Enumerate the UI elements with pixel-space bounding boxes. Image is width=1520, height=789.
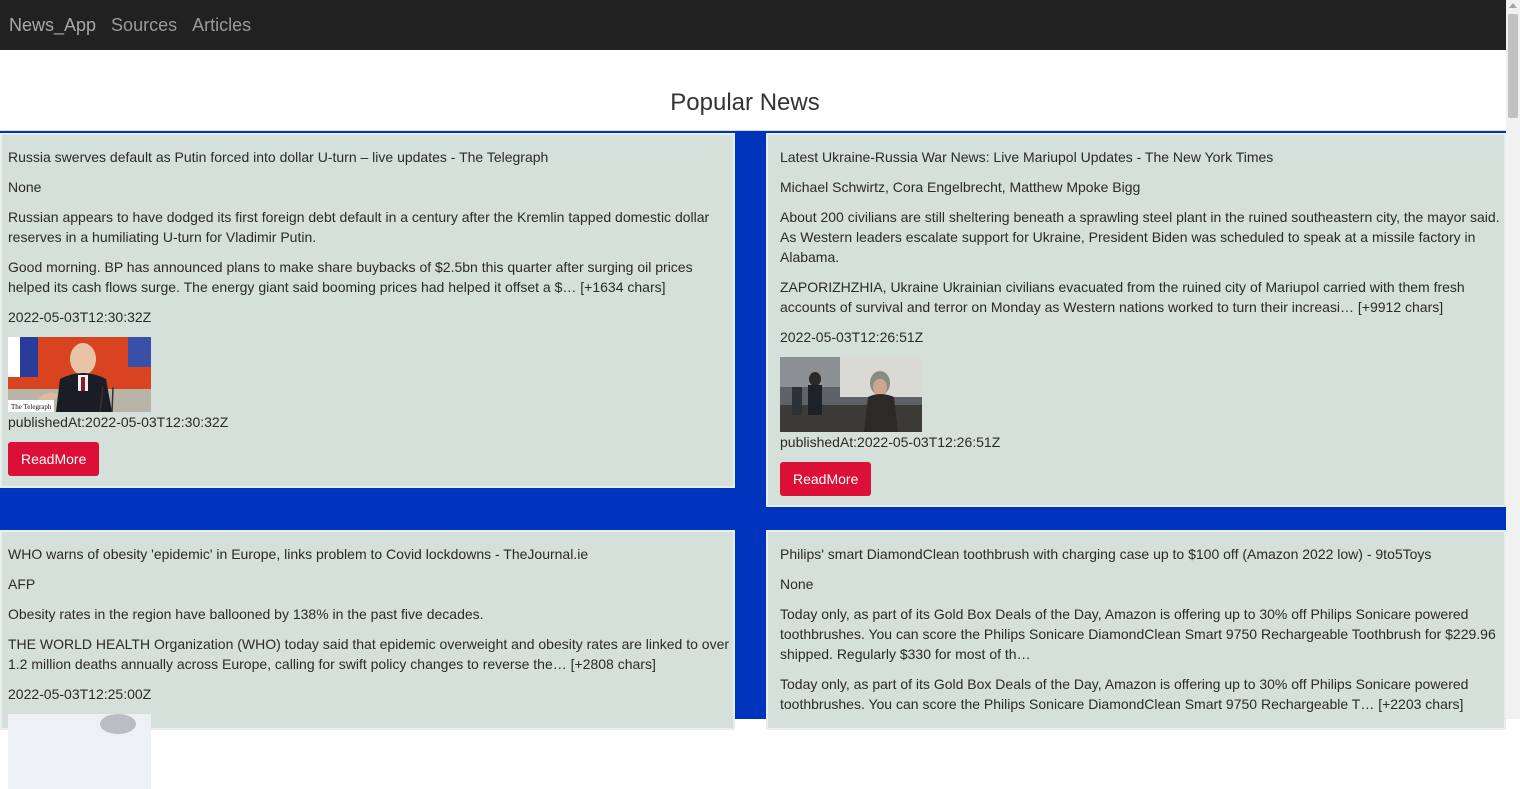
article-content: THE WORLD HEALTH Organization (WHO) toda… [8,636,730,672]
article-thumbnail [780,357,922,432]
nav-link-articles[interactable]: Articles [192,0,251,50]
article-description: Today only, as part of its Gold Box Deal… [780,606,1496,662]
putin-photo-image: The Telegraph [8,337,151,412]
scroll-up-arrow-icon[interactable] [1509,3,1517,8]
page-title: Popular News [670,89,820,116]
article-thumbnail: The Telegraph [8,337,151,412]
article-published: publishedAt:2022-05-03T12:30:32Z [8,414,229,430]
article-content: Good morning. BP has announced plans to … [8,259,693,295]
page-heading-section: Popular News [0,50,1506,131]
article-author: None [8,179,42,195]
nav-link-sources[interactable]: Sources [111,0,177,50]
image-caption: The Telegraph [11,403,52,411]
article-author: Michael Schwirtz, Cora Engelbrecht, Matt… [780,179,1141,195]
article-title: Russia swerves default as Putin forced i… [8,149,549,165]
article-published: publishedAt:2022-05-03T12:26:51Z [780,434,1001,450]
read-more-button[interactable]: ReadMore [8,442,100,476]
article-content: Today only, as part of its Gold Box Deal… [780,676,1469,712]
article-card: Russia swerves default as Putin forced i… [0,133,735,488]
article-author: AFP [8,576,36,592]
read-more-button[interactable]: ReadMore [780,462,872,496]
scrollbar-thumb[interactable] [1508,14,1518,118]
article-date: 2022-05-03T12:30:32Z [8,309,152,325]
article-author: None [780,576,814,592]
article-photo-image [8,714,151,789]
article-card: Philips' smart DiamondClean toothbrush w… [766,530,1506,730]
article-title: Philips' smart DiamondClean toothbrush w… [780,546,1432,562]
article-title: Latest Ukraine-Russia War News: Live Mar… [780,149,1274,165]
brand-link[interactable]: News_App [9,0,96,50]
article-title: WHO warns of obesity 'epidemic' in Europ… [8,546,589,562]
civilians-photo-image [780,357,922,432]
top-navbar: News_App Sources Articles [0,0,1506,50]
article-card: WHO warns of obesity 'epidemic' in Europ… [0,530,735,789]
article-content: ZAPORIZHZHIA, Ukraine Ukrainian civilian… [780,279,1465,315]
article-thumbnail [8,714,151,789]
article-date: 2022-05-03T12:26:51Z [780,329,924,345]
article-date: 2022-05-03T12:25:00Z [8,686,152,702]
article-card: Latest Ukraine-Russia War News: Live Mar… [766,133,1506,507]
page-scrollbar[interactable] [1506,0,1520,719]
article-description: Obesity rates in the region have balloon… [8,606,484,622]
article-description: About 200 civilians are still sheltering… [780,209,1500,265]
article-description: Russian appears to have dodged its first… [8,209,710,245]
